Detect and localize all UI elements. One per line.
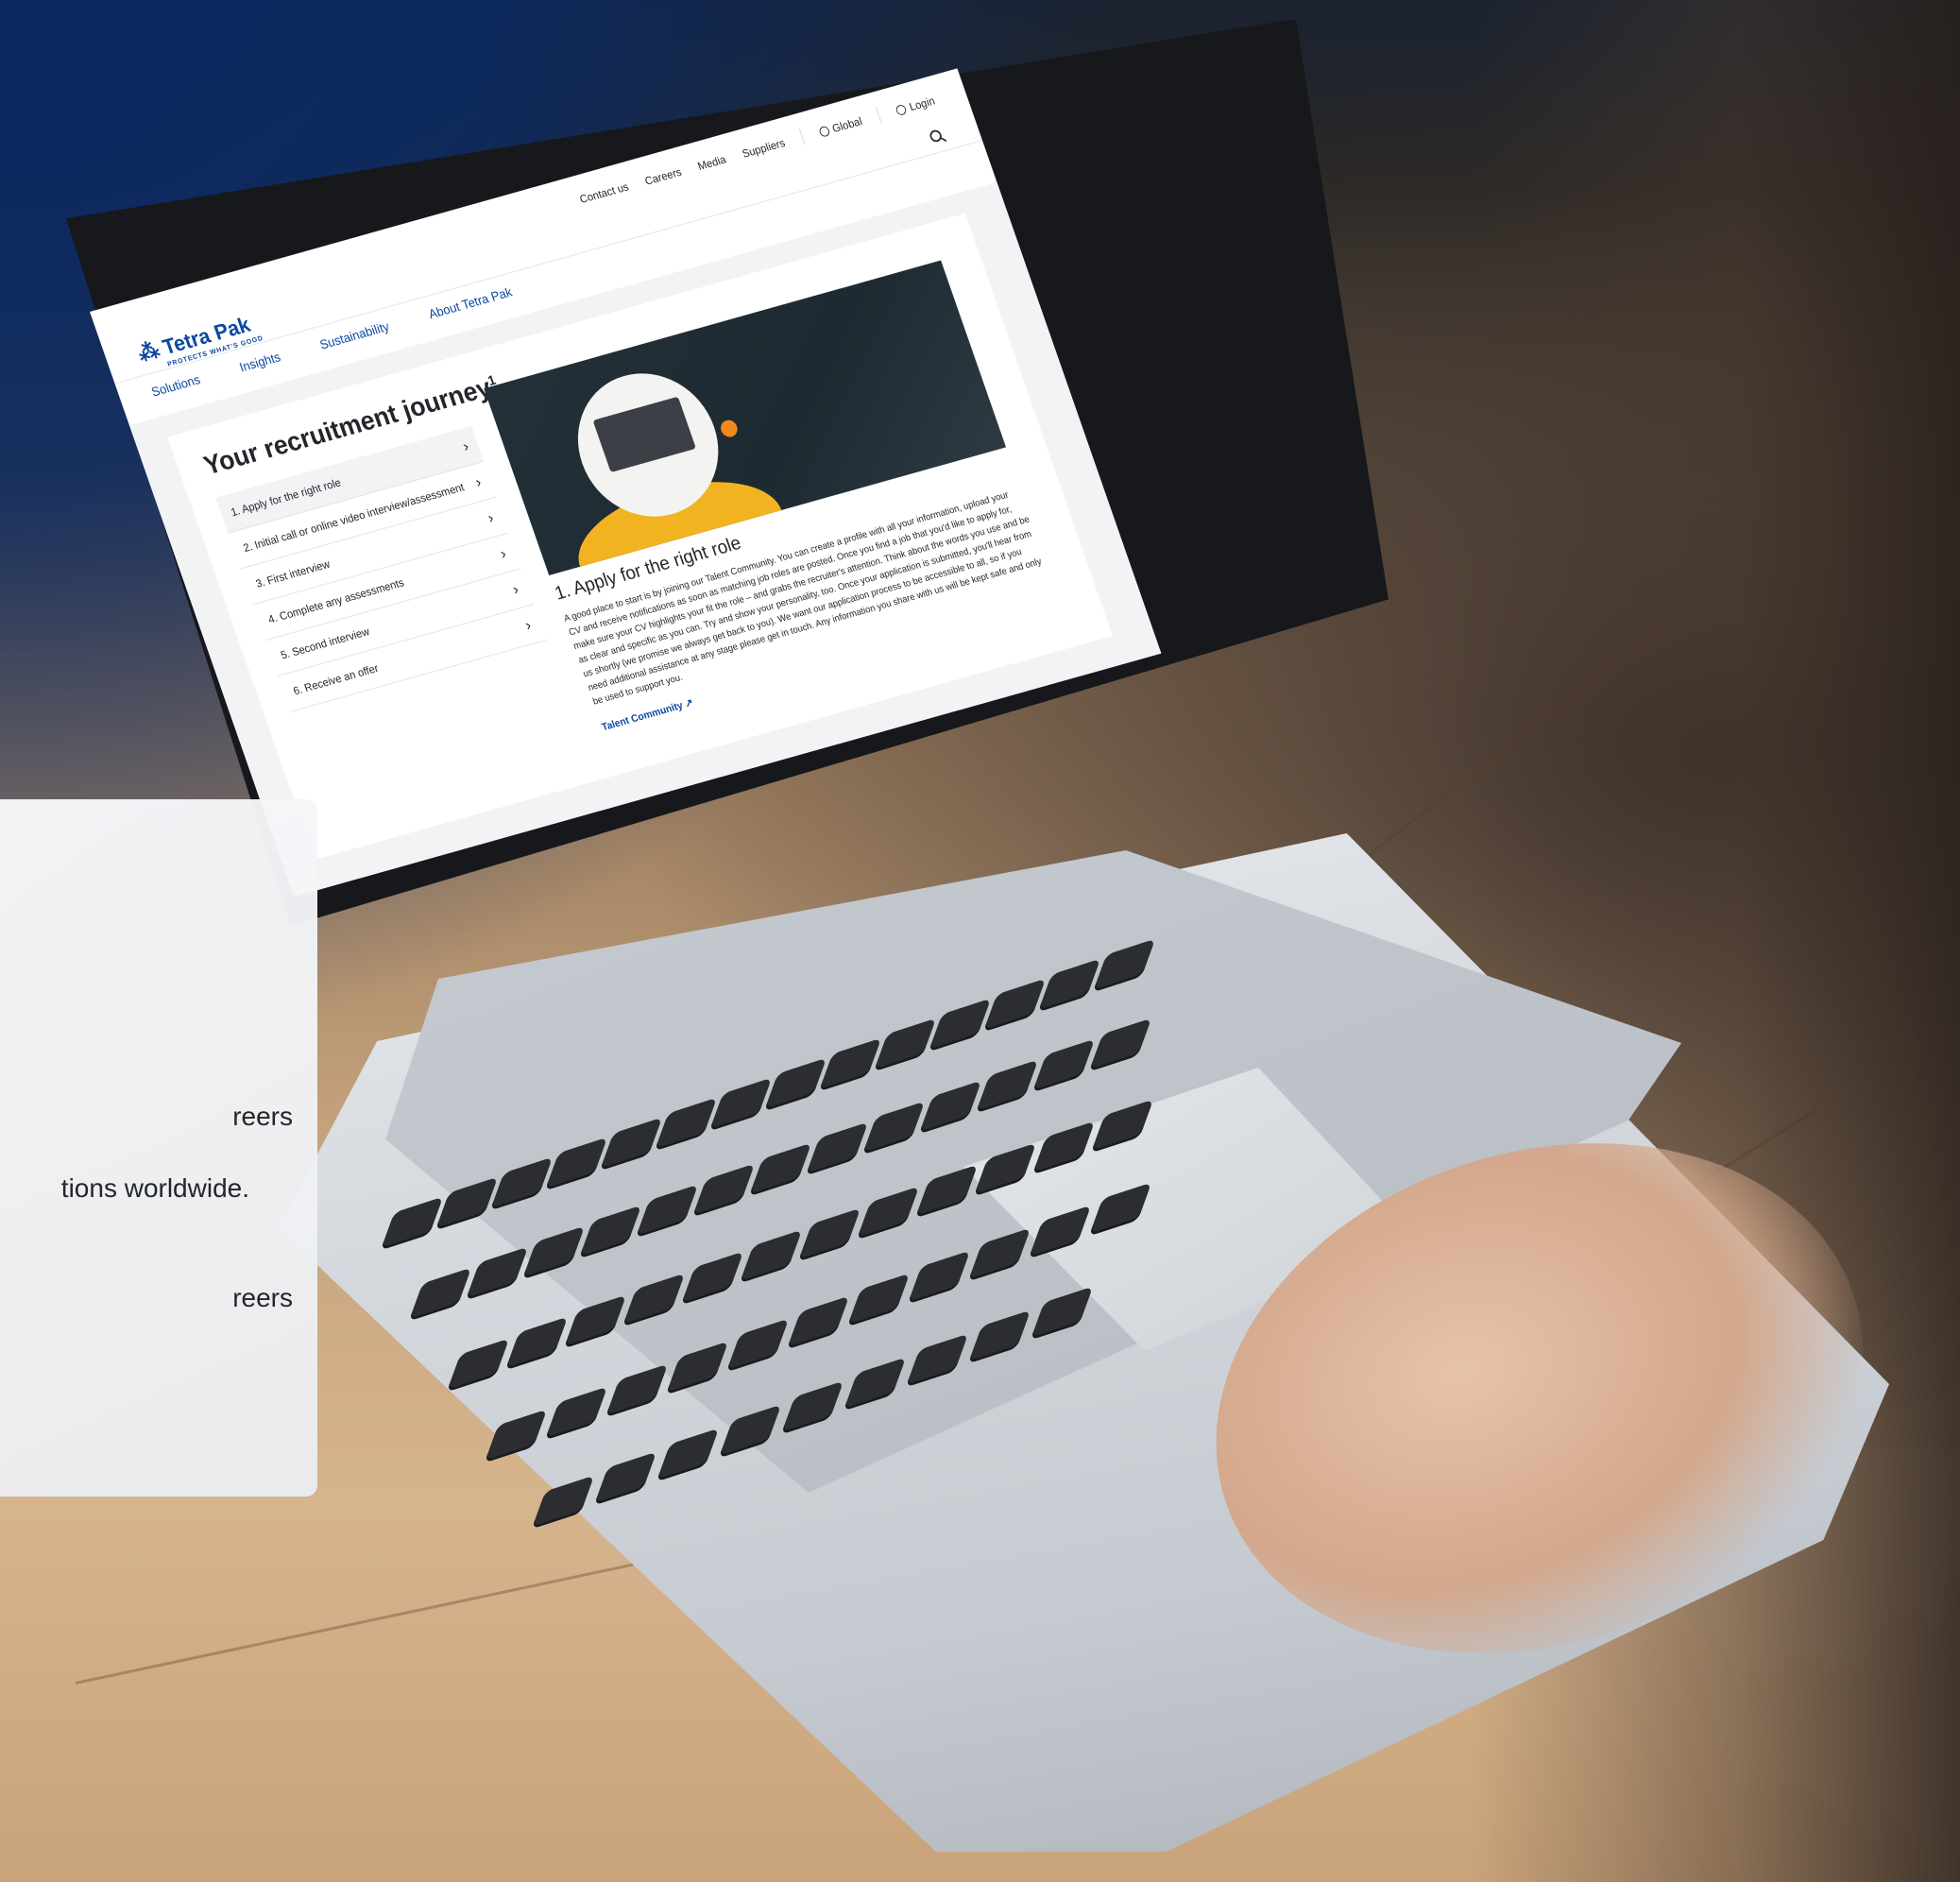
divider — [876, 107, 882, 124]
info-overlay-card: reers tions worldwide. reers — [0, 799, 317, 1497]
nav-about[interactable]: About Tetra Pak — [427, 285, 514, 322]
chevron-right-icon: › — [522, 616, 534, 634]
login-label: Login — [907, 94, 937, 113]
chevron-right-icon: › — [498, 544, 509, 563]
search-icon[interactable] — [928, 128, 944, 144]
login-link[interactable]: Login — [895, 94, 937, 116]
overlay-text-3: reers — [232, 1283, 293, 1312]
nav-contact-us[interactable]: Contact us — [578, 180, 630, 205]
region-selector[interactable]: Global — [817, 114, 863, 138]
chevron-right-icon: › — [460, 437, 471, 455]
chevron-right-icon: › — [510, 580, 521, 598]
divider — [798, 128, 806, 145]
globe-icon — [817, 125, 831, 138]
nav-media[interactable]: Media — [696, 152, 728, 172]
chevron-right-icon: › — [485, 508, 496, 527]
region-label: Global — [830, 113, 864, 135]
overlay-text-1: reers — [232, 1102, 293, 1131]
nav-solutions[interactable]: Solutions — [149, 372, 202, 400]
nav-sustainability[interactable]: Sustainability — [318, 319, 392, 352]
nav-insights[interactable]: Insights — [238, 350, 282, 375]
user-icon — [895, 103, 908, 116]
logo-mark-icon: ⁂ — [134, 336, 163, 367]
chevron-right-icon: › — [472, 472, 484, 491]
nav-suppliers[interactable]: Suppliers — [741, 136, 787, 160]
nav-careers[interactable]: Careers — [643, 164, 683, 187]
image-orange — [718, 418, 741, 439]
overlay-text-2: tions worldwide. — [60, 1173, 249, 1203]
